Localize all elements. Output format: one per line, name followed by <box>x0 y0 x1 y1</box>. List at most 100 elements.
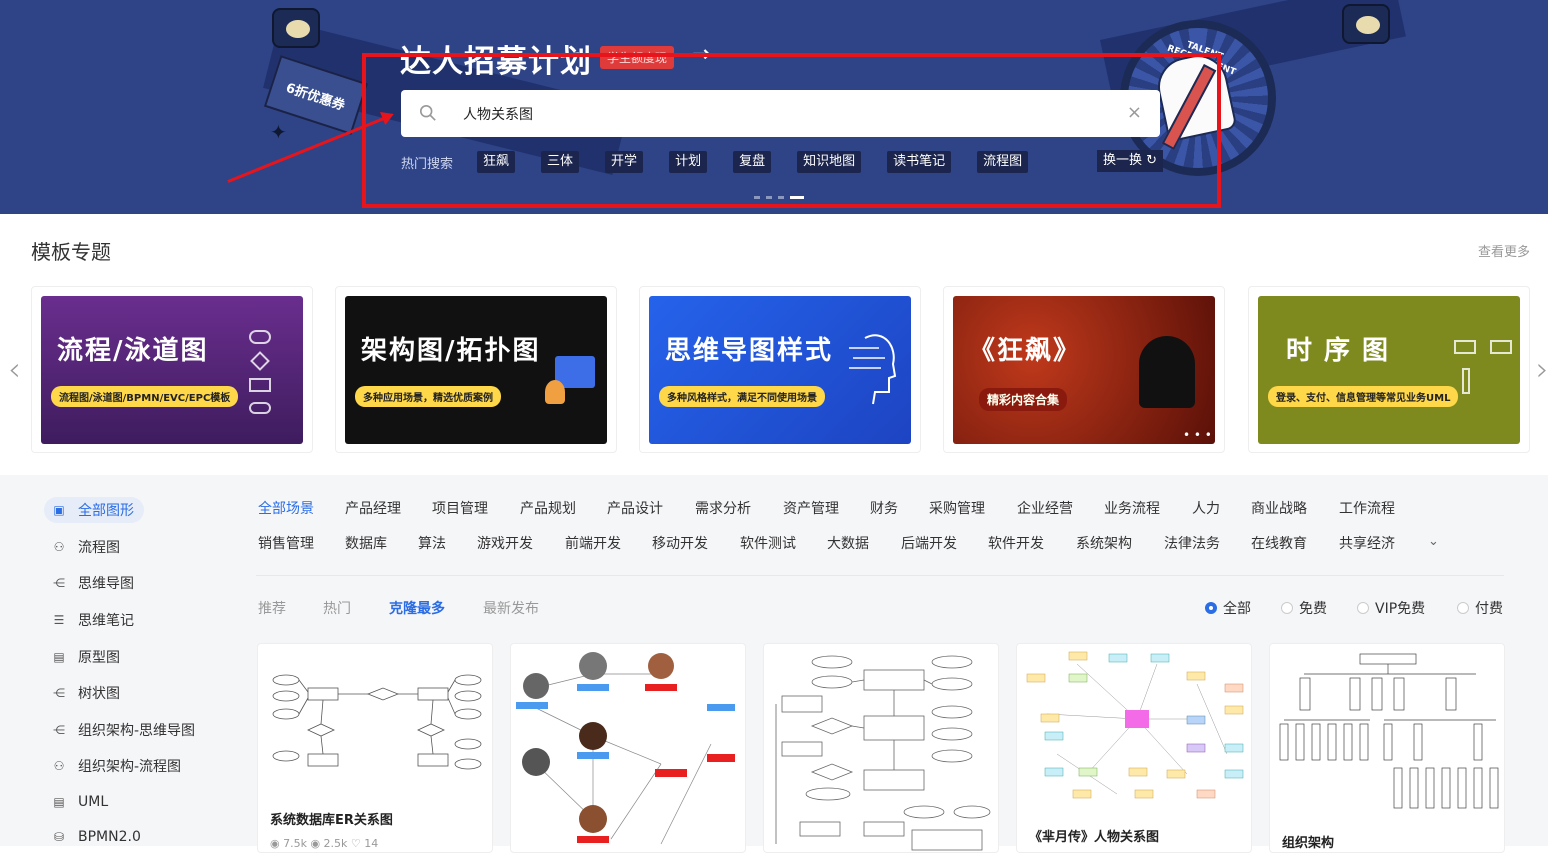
price-filter-all[interactable]: 全部 <box>1205 598 1251 618</box>
sidebar-item-mindmap[interactable]: ⋲ 思维导图 <box>44 570 134 596</box>
scene-filter[interactable]: 法律法务 <box>1164 533 1220 553</box>
template-card[interactable]: 《芈月传》人物关系图 <box>1016 643 1252 853</box>
scene-filter[interactable]: 软件测试 <box>740 533 796 553</box>
scene-filter[interactable]: 全部场景 <box>258 498 314 518</box>
sidebar-item-bpmn[interactable]: ⛁ BPMN2.0 <box>44 824 141 850</box>
more-dots-icon: • • • <box>1183 428 1212 442</box>
topic-card[interactable]: 思维导图样式 多种风格样式，满足不同使用场景 <box>639 286 921 453</box>
database-diagram-thumbnail <box>775 655 991 851</box>
scene-filter[interactable]: 资产管理 <box>783 498 839 518</box>
template-card[interactable]: 组织架构 <box>1269 643 1505 853</box>
price-filter-vip[interactable]: VIP免费 <box>1357 598 1425 618</box>
scene-filter[interactable]: 企业经营 <box>1017 498 1073 518</box>
radio-icon <box>1357 602 1369 614</box>
sort-tab-hot[interactable]: 热门 <box>323 598 351 618</box>
topic-cover: 思维导图样式 多种风格样式，满足不同使用场景 <box>649 296 911 444</box>
topic-cover: 架构图/拓扑图 多种应用场景，精选优质案例 <box>345 296 607 444</box>
tree-icon: ⋲ <box>53 686 65 700</box>
org-flowchart-icon: ⚇ <box>53 759 65 773</box>
scene-filter[interactable]: 移动开发 <box>652 533 708 553</box>
flow-shape <box>250 351 270 371</box>
scene-filter[interactable]: 业务流程 <box>1104 498 1160 518</box>
villain-illustration <box>1139 336 1195 408</box>
topic-card[interactable]: 时序图 登录、支付、信息管理等常见业务UML <box>1248 286 1530 453</box>
scene-filter[interactable]: 大数据 <box>827 533 869 553</box>
scene-filter[interactable]: 销售管理 <box>258 533 314 553</box>
flow-shape <box>249 378 271 392</box>
flow-shape <box>249 330 271 344</box>
sidebar-item-tree[interactable]: ⋲ 树状图 <box>44 680 120 706</box>
template-card[interactable]: 系统数据库ER关系图 ◉ 7.5k ◉ 2.5k ♡ 14 <box>257 643 493 853</box>
radio-checked-icon <box>1205 602 1217 614</box>
scene-filter[interactable]: 系统架构 <box>1076 533 1132 553</box>
scene-filter[interactable]: 产品规划 <box>520 498 576 518</box>
topic-cover: 《狂飙》 精彩内容合集 • • • <box>953 296 1215 444</box>
topic-subtitle: 多种应用场景，精选优质案例 <box>355 386 501 407</box>
scene-filter[interactable]: 项目管理 <box>432 498 488 518</box>
topic-title: 流程/泳道图 <box>57 336 209 366</box>
head-profile-icon <box>849 334 897 405</box>
template-card[interactable] <box>510 643 746 853</box>
sequence-shape <box>1462 368 1470 394</box>
scene-filter[interactable]: 算法 <box>418 533 446 553</box>
sidebar-item-label: 组织架构-思维导图 <box>78 723 196 739</box>
radio-icon <box>1457 602 1469 614</box>
scene-filter[interactable]: 需求分析 <box>695 498 751 518</box>
template-card[interactable] <box>763 643 999 853</box>
price-filter-paid[interactable]: 付费 <box>1457 598 1503 618</box>
sidebar-item-label: UML <box>78 794 109 810</box>
relationship-diagram-thumbnail <box>516 652 735 845</box>
scene-filter[interactable]: 游戏开发 <box>477 533 533 553</box>
sidebar-item-org-flowchart[interactable]: ⚇ 组织架构-流程图 <box>44 753 181 779</box>
scene-filter[interactable]: 商业战略 <box>1251 498 1307 518</box>
sidebar-item-notes[interactable]: ☰ 思维笔记 <box>44 607 134 633</box>
chevron-left-icon[interactable]: ‹ <box>8 350 21 388</box>
topic-subtitle: 流程图/泳道图/BPMN/EVC/EPC模板 <box>51 386 239 407</box>
bpmn-icon: ⛁ <box>53 830 65 844</box>
sidebar-item-uml[interactable]: ▤ UML <box>44 789 108 815</box>
sort-tab-recommend[interactable]: 推荐 <box>258 598 286 618</box>
sidebar-item-prototype[interactable]: ▤ 原型图 <box>44 644 120 670</box>
sidebar-item-org-mindmap[interactable]: ⋲ 组织架构-思维导图 <box>44 717 195 743</box>
sort-tab-most-cloned[interactable]: 克隆最多 <box>389 598 445 618</box>
template-stats: ◉ 7.5k ◉ 2.5k ♡ 14 <box>270 837 379 850</box>
topic-title: 时序图 <box>1286 336 1401 366</box>
sidebar-item-label: 全部图形 <box>78 503 134 519</box>
scene-filter[interactable]: 财务 <box>870 498 898 518</box>
scene-filter[interactable]: 在线教育 <box>1251 533 1307 553</box>
template-name: 组织架构 <box>1282 836 1335 851</box>
scene-filter[interactable]: 数据库 <box>345 533 387 553</box>
price-filter-free[interactable]: 免费 <box>1281 598 1327 618</box>
template-name: 系统数据库ER关系图 <box>270 813 393 828</box>
scene-filter[interactable]: 产品经理 <box>345 498 401 518</box>
scene-filter[interactable]: 产品设计 <box>607 498 663 518</box>
org-chart-thumbnail <box>1279 653 1499 809</box>
topic-card[interactable]: 流程/泳道图 流程图/泳道图/BPMN/EVC/EPC模板 <box>31 286 313 453</box>
topic-cover: 时序图 登录、支付、信息管理等常见业务UML <box>1258 296 1520 444</box>
person-illustration <box>545 380 565 404</box>
scene-filter[interactable]: 采购管理 <box>929 498 985 518</box>
scene-filter[interactable]: 人力 <box>1192 498 1220 518</box>
flow-shape <box>249 402 271 414</box>
scene-filter[interactable]: 软件开发 <box>988 533 1044 553</box>
topic-title: 《狂飙》 <box>969 336 1082 366</box>
price-filter-label: 付费 <box>1475 601 1503 617</box>
scene-filter[interactable]: 共享经济 <box>1339 533 1395 553</box>
scene-filter[interactable]: 前端开发 <box>565 533 621 553</box>
topic-card[interactable]: 架构图/拓扑图 多种应用场景，精选优质案例 <box>335 286 617 453</box>
spotlight-icon <box>1342 4 1390 44</box>
recruit-banner[interactable]: 6折优惠券 ✦ 达人招募计划 学生额度现 → TALENT RECRUITMEN… <box>0 0 1548 214</box>
view-more-link[interactable]: 查看更多 <box>1478 241 1530 260</box>
sidebar-item-label: 流程图 <box>78 540 120 556</box>
sidebar-item-flowchart[interactable]: ⚇ 流程图 <box>44 534 120 560</box>
spotlight-icon <box>272 8 320 48</box>
scene-filter[interactable]: 后端开发 <box>901 533 957 553</box>
price-filter-label: 全部 <box>1223 601 1251 617</box>
chevron-down-icon[interactable]: ⌄ <box>1428 534 1439 549</box>
chevron-right-icon[interactable]: › <box>1536 350 1548 388</box>
sort-tab-latest[interactable]: 最新发布 <box>483 598 539 618</box>
scene-filter[interactable]: 工作流程 <box>1339 498 1395 518</box>
topic-card[interactable]: 《狂飙》 精彩内容合集 • • • <box>943 286 1225 453</box>
uml-icon: ▤ <box>53 795 65 809</box>
sidebar-item-all[interactable]: ▣ 全部图形 <box>44 497 144 523</box>
